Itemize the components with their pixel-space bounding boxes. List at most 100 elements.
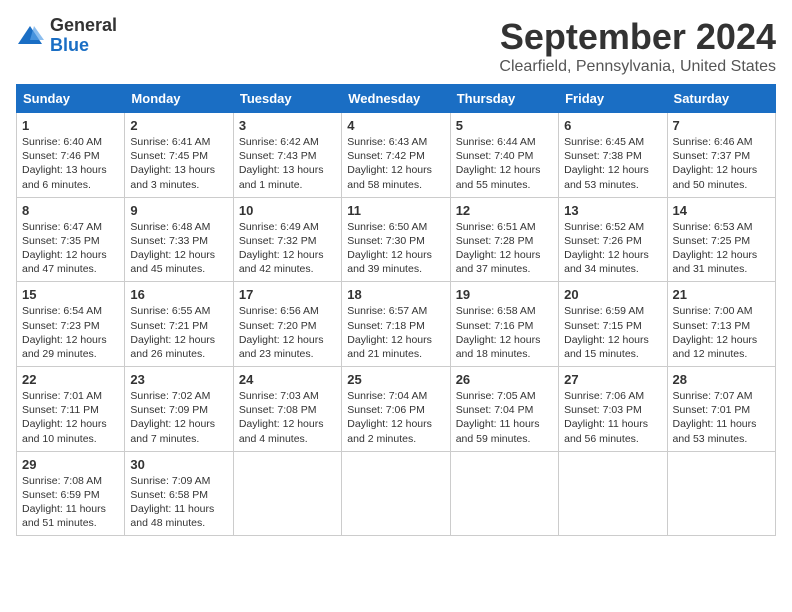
day-sunset: Sunset: 7:32 PM	[239, 235, 317, 247]
day-daylight: Daylight: 12 hours and 34 minutes.	[564, 249, 649, 275]
day-daylight: Daylight: 12 hours and 12 minutes.	[673, 334, 758, 360]
calendar-day-2: 2 Sunrise: 6:41 AM Sunset: 7:45 PM Dayli…	[125, 113, 233, 198]
calendar-day-25: 25 Sunrise: 7:04 AM Sunset: 7:06 PM Dayl…	[342, 367, 450, 452]
day-sunrise: Sunrise: 6:42 AM	[239, 136, 319, 148]
day-sunrise: Sunrise: 7:02 AM	[130, 390, 210, 402]
calendar-day-13: 13 Sunrise: 6:52 AM Sunset: 7:26 PM Dayl…	[559, 197, 667, 282]
calendar-day-12: 12 Sunrise: 6:51 AM Sunset: 7:28 PM Dayl…	[450, 197, 558, 282]
calendar-day-11: 11 Sunrise: 6:50 AM Sunset: 7:30 PM Dayl…	[342, 197, 450, 282]
calendar-day-28: 28 Sunrise: 7:07 AM Sunset: 7:01 PM Dayl…	[667, 367, 775, 452]
day-sunrise: Sunrise: 6:45 AM	[564, 136, 644, 148]
day-sunrise: Sunrise: 7:03 AM	[239, 390, 319, 402]
day-daylight: Daylight: 12 hours and 21 minutes.	[347, 334, 432, 360]
day-header-monday: Monday	[125, 85, 233, 113]
calendar-day-4: 4 Sunrise: 6:43 AM Sunset: 7:42 PM Dayli…	[342, 113, 450, 198]
day-sunrise: Sunrise: 6:48 AM	[130, 221, 210, 233]
day-sunset: Sunset: 7:01 PM	[673, 404, 751, 416]
calendar-day-18: 18 Sunrise: 6:57 AM Sunset: 7:18 PM Dayl…	[342, 282, 450, 367]
day-header-thursday: Thursday	[450, 85, 558, 113]
calendar-day-17: 17 Sunrise: 6:56 AM Sunset: 7:20 PM Dayl…	[233, 282, 341, 367]
day-number: 11	[347, 203, 444, 218]
day-number: 2	[130, 118, 227, 133]
calendar-day-8: 8 Sunrise: 6:47 AM Sunset: 7:35 PM Dayli…	[17, 197, 125, 282]
day-daylight: Daylight: 12 hours and 37 minutes.	[456, 249, 541, 275]
day-sunrise: Sunrise: 7:06 AM	[564, 390, 644, 402]
empty-cell	[450, 451, 558, 536]
day-daylight: Daylight: 12 hours and 31 minutes.	[673, 249, 758, 275]
day-daylight: Daylight: 12 hours and 15 minutes.	[564, 334, 649, 360]
empty-cell	[559, 451, 667, 536]
day-daylight: Daylight: 13 hours and 3 minutes.	[130, 164, 215, 190]
day-sunset: Sunset: 7:18 PM	[347, 320, 425, 332]
day-sunrise: Sunrise: 7:07 AM	[673, 390, 753, 402]
day-sunset: Sunset: 7:25 PM	[673, 235, 751, 247]
day-daylight: Daylight: 12 hours and 50 minutes.	[673, 164, 758, 190]
day-sunset: Sunset: 7:40 PM	[456, 150, 534, 162]
day-sunrise: Sunrise: 6:43 AM	[347, 136, 427, 148]
day-sunset: Sunset: 7:42 PM	[347, 150, 425, 162]
location: Clearfield, Pennsylvania, United States	[499, 58, 776, 76]
day-daylight: Daylight: 13 hours and 1 minute.	[239, 164, 324, 190]
day-sunset: Sunset: 7:04 PM	[456, 404, 534, 416]
day-sunrise: Sunrise: 6:56 AM	[239, 305, 319, 317]
calendar-day-29: 29 Sunrise: 7:08 AM Sunset: 6:59 PM Dayl…	[17, 451, 125, 536]
day-number: 18	[347, 287, 444, 302]
day-sunset: Sunset: 7:23 PM	[22, 320, 100, 332]
calendar-day-24: 24 Sunrise: 7:03 AM Sunset: 7:08 PM Dayl…	[233, 367, 341, 452]
day-sunrise: Sunrise: 6:44 AM	[456, 136, 536, 148]
day-number: 1	[22, 118, 119, 133]
day-sunrise: Sunrise: 6:52 AM	[564, 221, 644, 233]
logo: General Blue	[16, 16, 117, 56]
day-number: 8	[22, 203, 119, 218]
day-number: 3	[239, 118, 336, 133]
calendar-day-27: 27 Sunrise: 7:06 AM Sunset: 7:03 PM Dayl…	[559, 367, 667, 452]
day-sunrise: Sunrise: 6:53 AM	[673, 221, 753, 233]
day-sunrise: Sunrise: 6:57 AM	[347, 305, 427, 317]
day-sunrise: Sunrise: 6:59 AM	[564, 305, 644, 317]
day-number: 16	[130, 287, 227, 302]
day-sunrise: Sunrise: 6:41 AM	[130, 136, 210, 148]
day-daylight: Daylight: 12 hours and 2 minutes.	[347, 418, 432, 444]
day-daylight: Daylight: 12 hours and 23 minutes.	[239, 334, 324, 360]
day-number: 24	[239, 372, 336, 387]
logo-blue: Blue	[50, 36, 117, 56]
calendar-day-3: 3 Sunrise: 6:42 AM Sunset: 7:43 PM Dayli…	[233, 113, 341, 198]
day-number: 12	[456, 203, 553, 218]
day-sunrise: Sunrise: 7:05 AM	[456, 390, 536, 402]
day-sunrise: Sunrise: 7:08 AM	[22, 475, 102, 487]
day-header-wednesday: Wednesday	[342, 85, 450, 113]
day-daylight: Daylight: 12 hours and 10 minutes.	[22, 418, 107, 444]
day-sunrise: Sunrise: 6:46 AM	[673, 136, 753, 148]
month-title: September 2024	[499, 16, 776, 58]
day-sunrise: Sunrise: 6:55 AM	[130, 305, 210, 317]
calendar-week-4: 22 Sunrise: 7:01 AM Sunset: 7:11 PM Dayl…	[17, 367, 776, 452]
day-daylight: Daylight: 12 hours and 42 minutes.	[239, 249, 324, 275]
day-number: 28	[673, 372, 770, 387]
day-sunset: Sunset: 7:20 PM	[239, 320, 317, 332]
day-daylight: Daylight: 11 hours and 56 minutes.	[564, 418, 648, 444]
empty-cell	[233, 451, 341, 536]
day-sunset: Sunset: 7:11 PM	[22, 404, 99, 416]
day-sunset: Sunset: 7:21 PM	[130, 320, 208, 332]
calendar-day-1: 1 Sunrise: 6:40 AM Sunset: 7:46 PM Dayli…	[17, 113, 125, 198]
calendar-day-19: 19 Sunrise: 6:58 AM Sunset: 7:16 PM Dayl…	[450, 282, 558, 367]
day-number: 21	[673, 287, 770, 302]
empty-cell	[667, 451, 775, 536]
day-daylight: Daylight: 13 hours and 6 minutes.	[22, 164, 107, 190]
day-daylight: Daylight: 11 hours and 51 minutes.	[22, 503, 106, 529]
day-number: 9	[130, 203, 227, 218]
day-sunrise: Sunrise: 7:04 AM	[347, 390, 427, 402]
day-number: 7	[673, 118, 770, 133]
day-daylight: Daylight: 12 hours and 47 minutes.	[22, 249, 107, 275]
calendar-header-row: SundayMondayTuesdayWednesdayThursdayFrid…	[17, 85, 776, 113]
day-daylight: Daylight: 11 hours and 59 minutes.	[456, 418, 540, 444]
day-number: 30	[130, 457, 227, 472]
day-sunrise: Sunrise: 7:09 AM	[130, 475, 210, 487]
day-number: 5	[456, 118, 553, 133]
day-daylight: Daylight: 12 hours and 45 minutes.	[130, 249, 215, 275]
day-header-tuesday: Tuesday	[233, 85, 341, 113]
calendar-day-14: 14 Sunrise: 6:53 AM Sunset: 7:25 PM Dayl…	[667, 197, 775, 282]
day-number: 14	[673, 203, 770, 218]
day-daylight: Daylight: 12 hours and 26 minutes.	[130, 334, 215, 360]
calendar-day-30: 30 Sunrise: 7:09 AM Sunset: 6:58 PM Dayl…	[125, 451, 233, 536]
